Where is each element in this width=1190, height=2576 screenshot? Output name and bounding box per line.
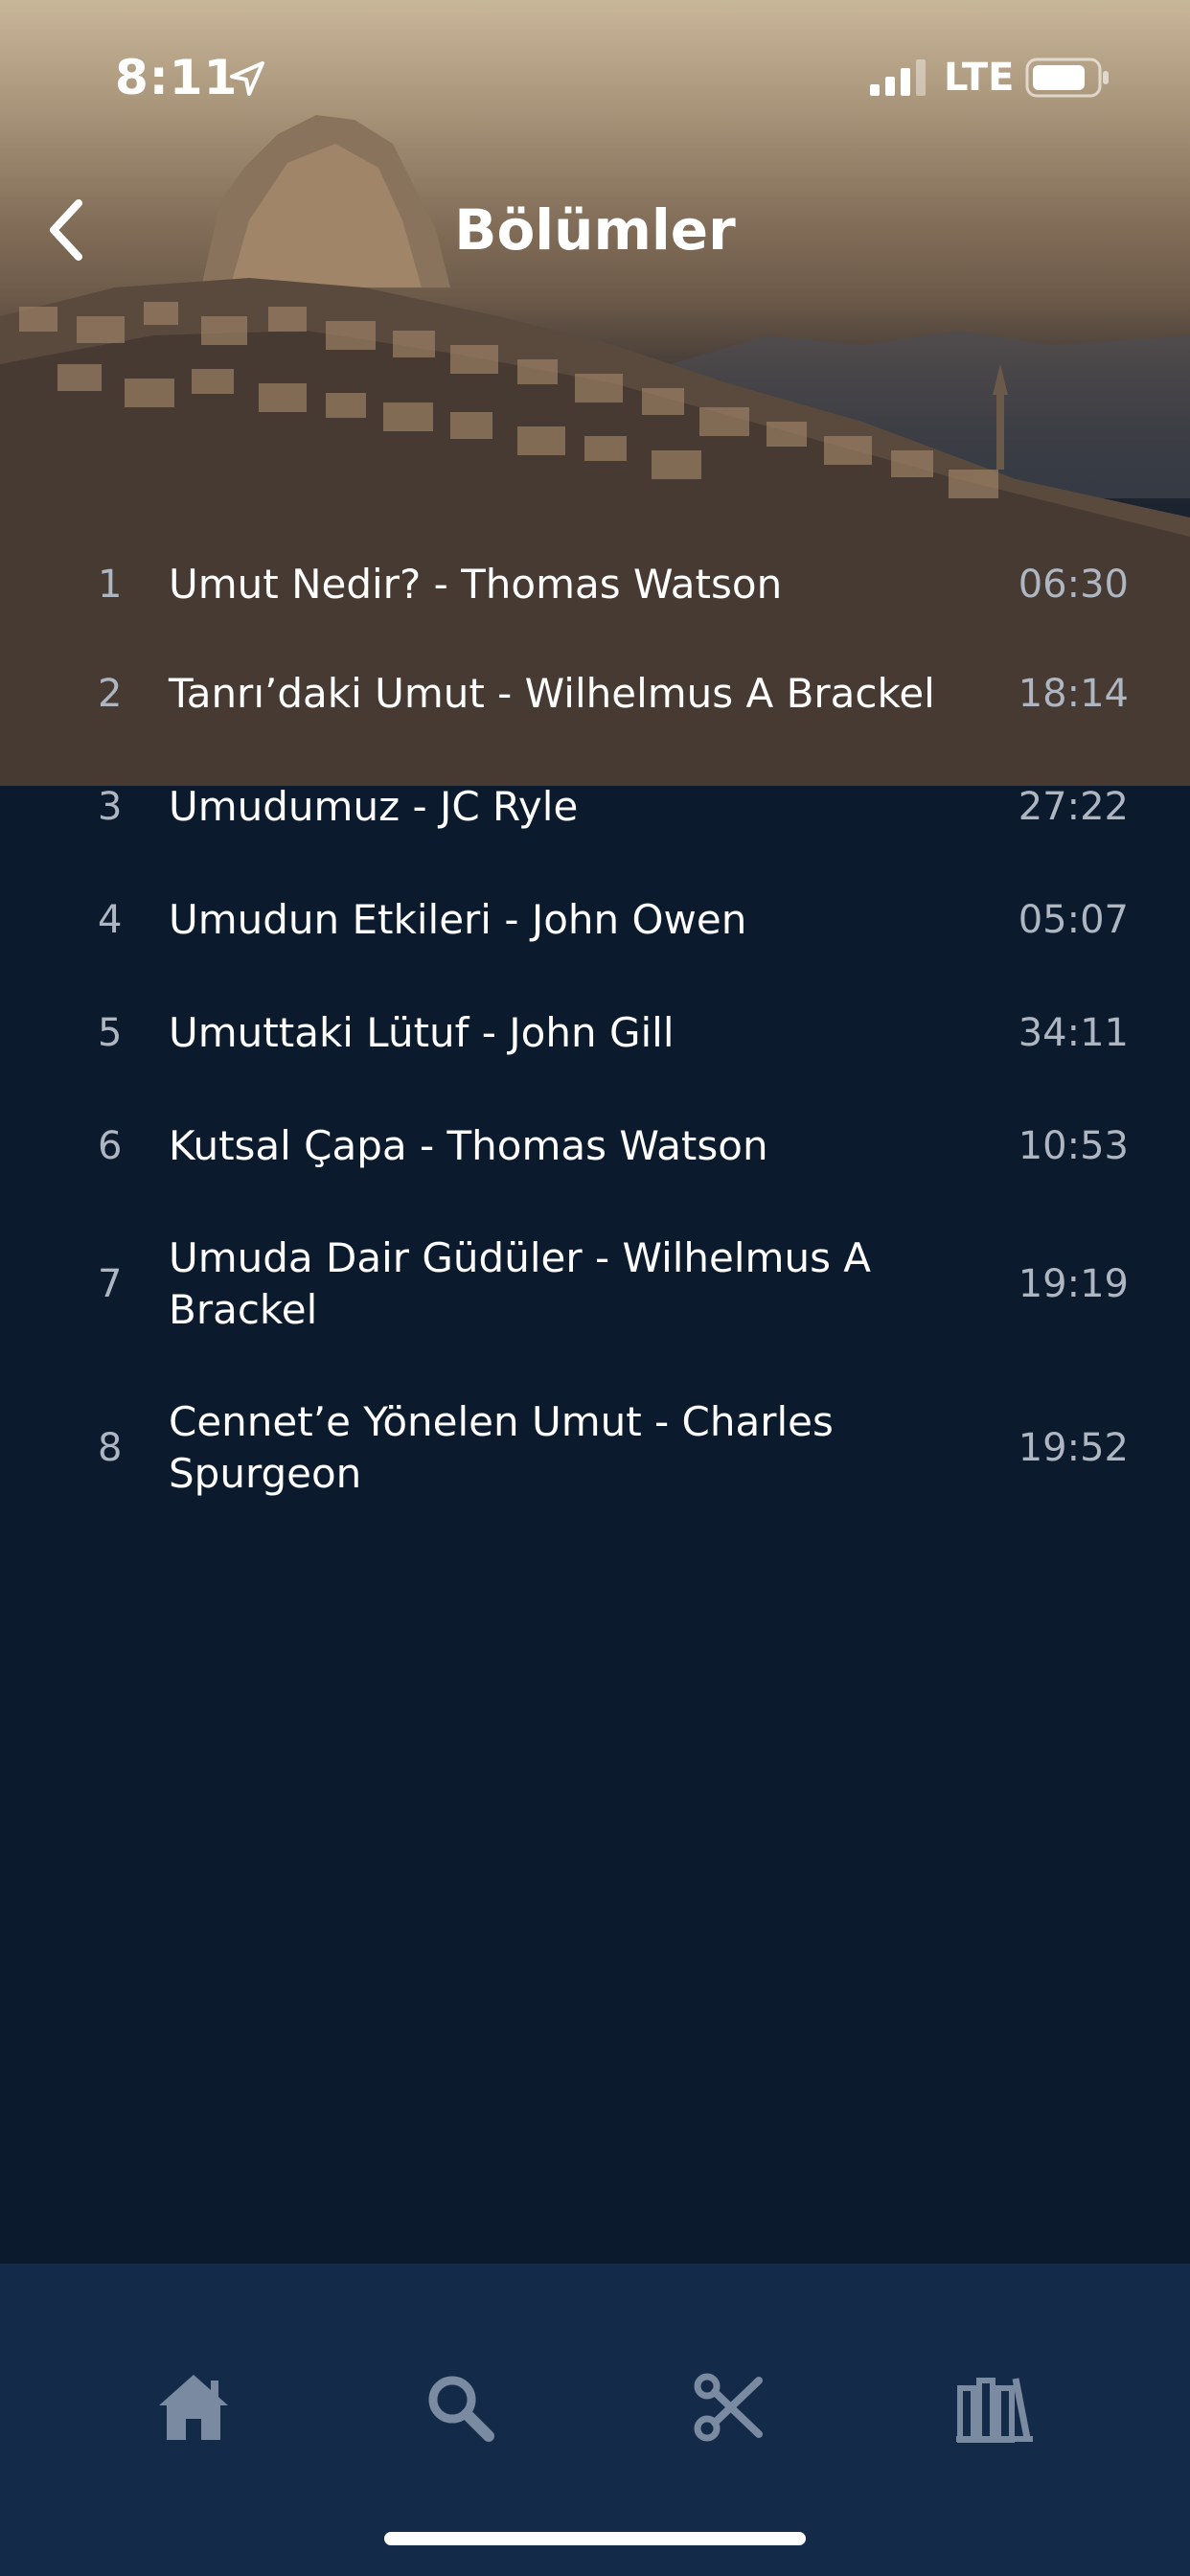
episode-number: 5 — [98, 1011, 123, 1055]
episode-row[interactable]: 7 Umuda Dair Güdüler - Wilhelmus A Brack… — [0, 1203, 1190, 1366]
episode-title: Cennet’e Yönelen Umut - Charles Spurgeon — [169, 1398, 834, 1497]
library-icon — [956, 2378, 1033, 2443]
episode-number: 1 — [98, 563, 123, 607]
tab-home[interactable] — [146, 2359, 241, 2455]
episode-number: 4 — [98, 898, 123, 942]
episode-row[interactable]: 1 Umut Nedir? - Thomas Watson 06:30 — [0, 532, 1190, 637]
episode-row[interactable]: 6 Kutsal Çapa - Thomas Watson 10:53 — [0, 1090, 1190, 1203]
tab-library[interactable] — [947, 2359, 1042, 2455]
episode-title: Umudun Etkileri - John Owen — [169, 896, 747, 943]
page-title: Bölümler — [454, 197, 736, 263]
episode-title: Tanrı’daki Umut - Wilhelmus A Brackel — [169, 670, 935, 717]
search-icon — [428, 2376, 494, 2442]
episode-row[interactable]: 5 Umuttaki Lütuf - John Gill 34:11 — [0, 977, 1190, 1090]
battery-icon — [1025, 58, 1111, 102]
episode-list: 1 Umut Nedir? - Thomas Watson 06:30 2 Ta… — [0, 532, 1190, 1530]
episode-duration: 34:11 — [1018, 1011, 1129, 1055]
episode-number: 2 — [98, 672, 123, 716]
episode-duration: 27:22 — [1018, 785, 1129, 829]
episode-duration: 06:30 — [1018, 563, 1129, 607]
episode-number: 3 — [98, 785, 123, 829]
episode-row[interactable]: 4 Umudun Etkileri - John Owen 05:07 — [0, 863, 1190, 977]
episode-duration: 10:53 — [1018, 1124, 1129, 1168]
scissors-icon — [694, 2373, 763, 2442]
episode-title: Kutsal Çapa - Thomas Watson — [169, 1122, 768, 1169]
cellular-signal-icon — [868, 59, 929, 102]
episode-number: 7 — [98, 1262, 123, 1306]
episode-duration: 19:19 — [1018, 1262, 1129, 1306]
tab-clips[interactable] — [680, 2359, 776, 2455]
episode-row[interactable]: 3 Umudumuz - JC Ryle 27:22 — [0, 750, 1190, 863]
status-bar: 8:11 LTE — [0, 0, 1190, 144]
location-arrow-icon — [228, 59, 266, 102]
episode-row[interactable]: 8 Cennet’e Yönelen Umut - Charles Spurge… — [0, 1366, 1190, 1530]
episode-row[interactable]: 2 Tanrı’daki Umut - Wilhelmus A Brackel … — [0, 637, 1190, 750]
navigation-header: Bölümler — [0, 172, 1190, 288]
episode-number: 6 — [98, 1124, 123, 1168]
episode-title: Umuttaki Lütuf - John Gill — [169, 1009, 675, 1056]
tab-search[interactable] — [412, 2359, 508, 2455]
bottom-tab-bar — [0, 2264, 1190, 2576]
episode-title: Umut Nedir? - Thomas Watson — [169, 561, 783, 608]
episode-number: 8 — [98, 1426, 123, 1470]
episode-title: Umudumuz - JC Ryle — [169, 783, 579, 830]
episode-duration: 19:52 — [1018, 1426, 1129, 1470]
home-indicator — [384, 2532, 806, 2545]
network-type: LTE — [944, 56, 1015, 100]
episode-duration: 05:07 — [1018, 898, 1129, 942]
home-icon — [159, 2375, 228, 2440]
status-time: 8:11 — [115, 50, 239, 105]
episode-title: Umuda Dair Güdüler - Wilhelmus A Brackel — [169, 1234, 872, 1333]
episode-duration: 18:14 — [1018, 672, 1129, 716]
